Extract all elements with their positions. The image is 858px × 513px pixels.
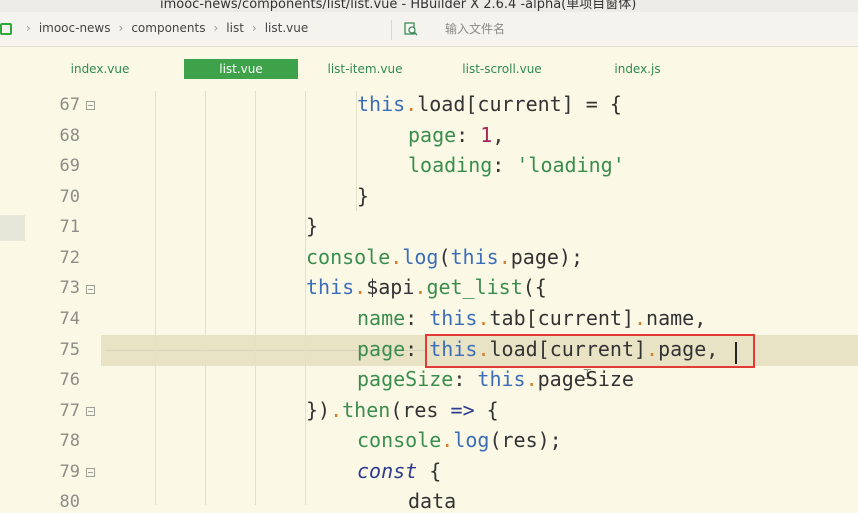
line-number: 77 bbox=[59, 401, 80, 421]
divider bbox=[391, 20, 392, 40]
line-number: 67 bbox=[59, 95, 80, 115]
indent-guide bbox=[155, 91, 156, 505]
file-search-input[interactable] bbox=[445, 19, 645, 39]
breadcrumb-bar: › imooc-news › components › list › list.… bbox=[0, 12, 858, 47]
window-title: imooc-news/components/list/list.vue - HB… bbox=[160, 0, 637, 12]
chevron-right-icon: › bbox=[26, 21, 31, 35]
chevron-right-icon: › bbox=[118, 21, 124, 35]
code-line-80[interactable]: data bbox=[408, 489, 456, 513]
line-number: 74 bbox=[59, 309, 80, 329]
breadcrumb: › imooc-news › components › list › list.… bbox=[18, 21, 308, 35]
fold-minus-icon[interactable] bbox=[86, 468, 95, 477]
line-number: 78 bbox=[59, 431, 80, 451]
code-editor[interactable]: 67 68 69 70 71 72 73 74 75 76 77 78 79 8… bbox=[0, 91, 858, 513]
fold-minus-icon[interactable] bbox=[86, 407, 95, 416]
text-cursor-icon: ⌶ bbox=[583, 367, 592, 383]
line-number: 68 bbox=[59, 126, 80, 146]
chevron-right-icon: › bbox=[251, 21, 257, 35]
code-line-69[interactable]: loading: 'loading' bbox=[408, 153, 625, 177]
code-line-79[interactable]: const { bbox=[357, 459, 441, 483]
code-line-76[interactable]: pageSize: this.pageSize bbox=[357, 367, 634, 391]
code-line-71[interactable]: } bbox=[306, 214, 318, 238]
tab-list-scroll-vue[interactable]: list-scroll.vue bbox=[440, 59, 564, 79]
indent-guide bbox=[255, 91, 256, 505]
breadcrumb-item-folder[interactable]: components bbox=[131, 21, 205, 35]
line-number: 73 bbox=[59, 278, 80, 298]
text-caret bbox=[735, 342, 737, 364]
title-bar: imooc-news/components/list/list.vue - HB… bbox=[0, 0, 858, 12]
fold-minus-icon[interactable] bbox=[86, 101, 95, 110]
tab-index-js[interactable]: index.js bbox=[580, 59, 695, 79]
breadcrumb-item-file[interactable]: list.vue bbox=[265, 21, 309, 35]
code-line-77[interactable]: }).then(res => { bbox=[306, 398, 499, 422]
file-search-icon[interactable] bbox=[404, 22, 418, 36]
line-number: 70 bbox=[59, 187, 80, 207]
tab-list-vue[interactable]: list.vue bbox=[184, 59, 298, 79]
chevron-right-icon: › bbox=[213, 21, 219, 35]
line-number: 80 bbox=[59, 492, 80, 512]
annotation-highlight-box bbox=[425, 334, 755, 368]
indent-guide bbox=[205, 91, 206, 505]
line-number: 71 bbox=[59, 217, 80, 237]
change-marker bbox=[0, 215, 25, 241]
breadcrumb-item-project[interactable]: imooc-news bbox=[39, 21, 111, 35]
line-number: 69 bbox=[59, 156, 80, 176]
code-line-78[interactable]: console.log(res); bbox=[357, 428, 562, 452]
line-number: 75 bbox=[59, 340, 80, 360]
code-line-67[interactable]: this.load[current] = { bbox=[357, 92, 622, 116]
tab-list-item-vue[interactable]: list-item.vue bbox=[305, 59, 425, 79]
fold-minus-icon[interactable] bbox=[86, 285, 95, 294]
tab-index-vue[interactable]: index.vue bbox=[40, 59, 160, 79]
code-line-72[interactable]: console.log(this.page); bbox=[306, 245, 583, 269]
code-line-73[interactable]: this.$api.get_list({ bbox=[306, 275, 547, 299]
code-line-70[interactable]: } bbox=[357, 184, 369, 208]
line-number: 79 bbox=[59, 462, 80, 482]
breadcrumb-item-subfolder[interactable]: list bbox=[226, 21, 244, 35]
project-icon bbox=[0, 23, 12, 35]
code-line-68[interactable]: page: 1, bbox=[408, 123, 504, 147]
code-line-74[interactable]: name: this.tab[current].name, bbox=[357, 306, 706, 330]
editor-tabs: index.vue list.vue list-item.vue list-sc… bbox=[0, 47, 858, 91]
line-number: 72 bbox=[59, 248, 80, 268]
line-number: 76 bbox=[59, 370, 80, 390]
